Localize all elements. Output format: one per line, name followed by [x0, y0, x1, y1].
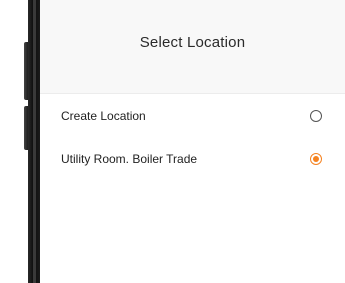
app-screen: Select Location Create Location Utility …	[40, 0, 345, 283]
radio-selected-icon[interactable]	[310, 152, 322, 165]
location-option-create[interactable]: Create Location	[40, 94, 345, 137]
page-title: Select Location	[139, 34, 246, 51]
navigation-header: Select Location	[40, 0, 345, 94]
location-list: Create Location Utility Room. Boiler Tra…	[40, 94, 345, 180]
phone-frame-edge	[33, 0, 36, 283]
phone-screenshot: Select Location Create Location Utility …	[0, 0, 345, 283]
location-option-label: Utility Room. Boiler Trade	[61, 151, 198, 166]
location-option-utility-room[interactable]: Utility Room. Boiler Trade	[40, 137, 345, 180]
location-option-label: Create Location	[61, 108, 146, 123]
radio-unselected-icon[interactable]	[310, 109, 322, 122]
